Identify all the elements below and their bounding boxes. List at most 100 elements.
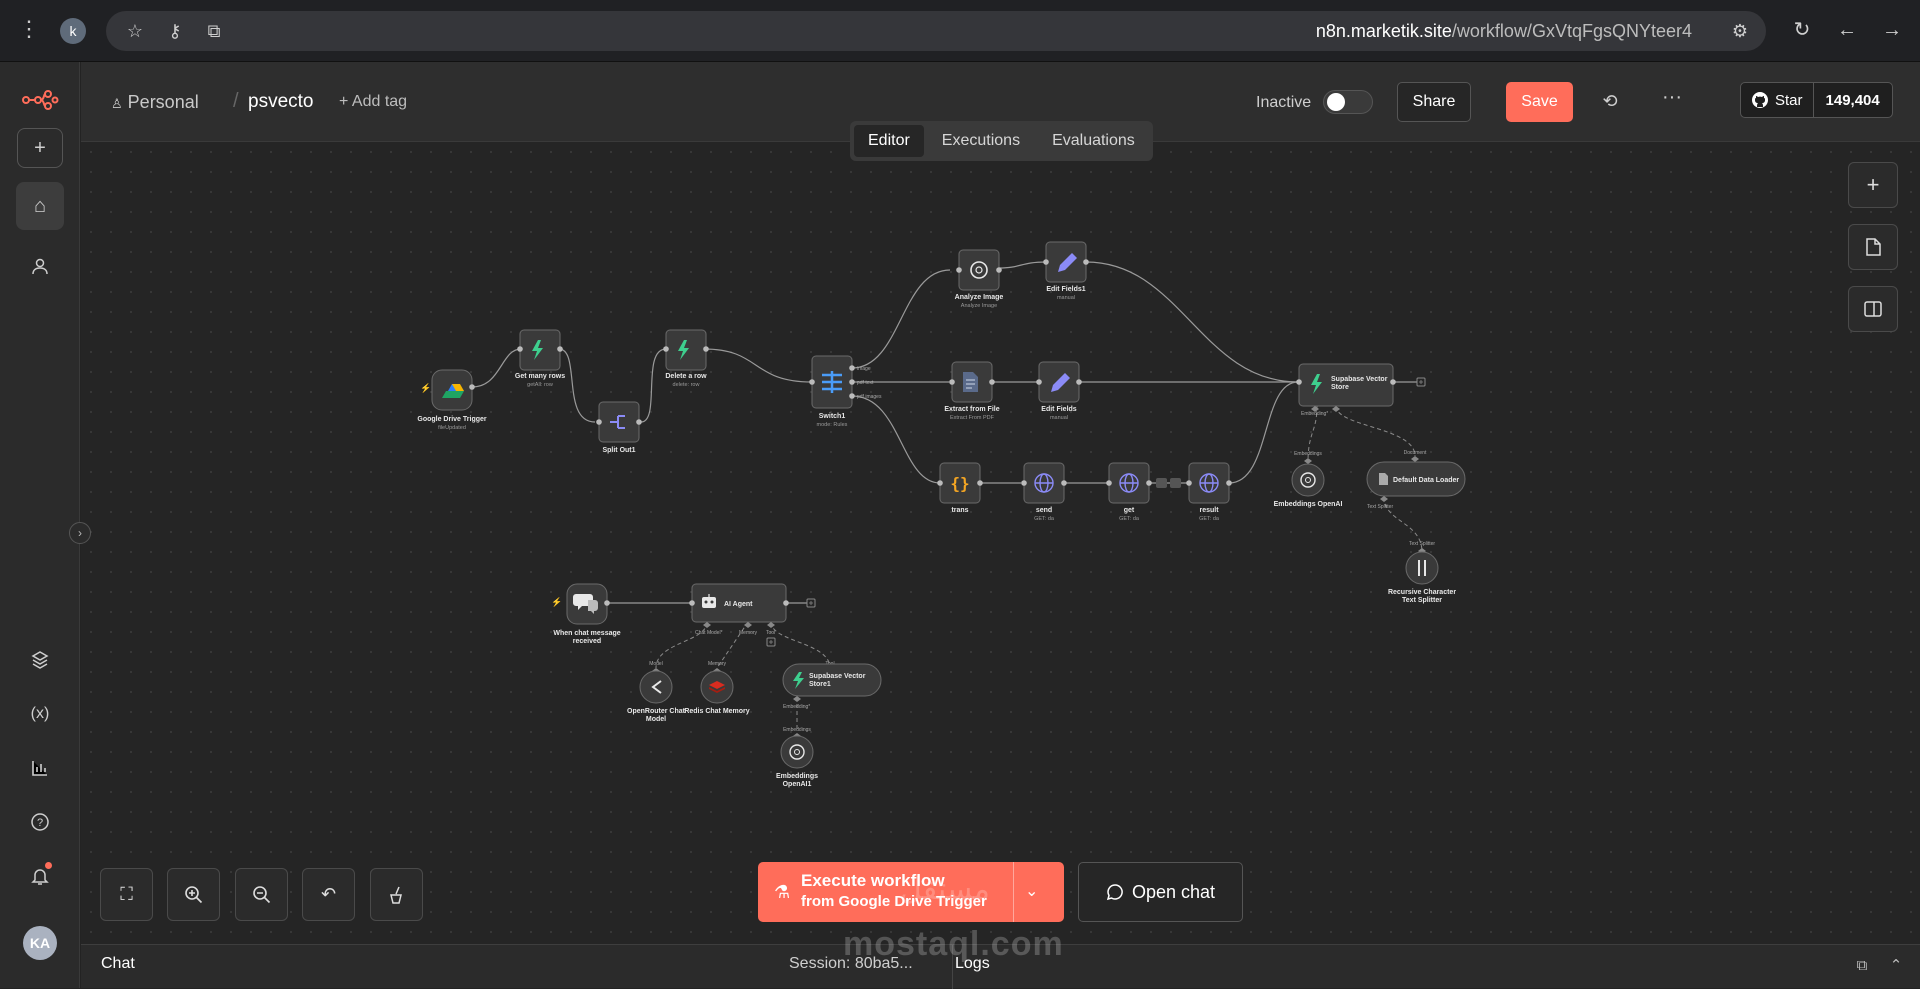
node-openrouter-model[interactable]: Model OpenRouter Chat Model bbox=[627, 661, 686, 723]
node-analyze-image[interactable]: Analyze Image Analyze Image bbox=[955, 249, 1004, 309]
connection-delete-switch bbox=[703, 348, 813, 383]
node-get-many-rows[interactable]: Get many rows getAll: row bbox=[515, 329, 565, 388]
node-extract-from-file[interactable]: Extract from File Extract From PDF bbox=[944, 361, 1000, 421]
node-label: Model bbox=[646, 716, 666, 723]
button-divider bbox=[1013, 862, 1014, 922]
connection-agent-tool bbox=[770, 621, 831, 669]
node-ai-agent[interactable]: AI Agent Chat Model* Memory Tool bbox=[689, 583, 816, 647]
add-node-plus-icon[interactable]: + bbox=[1848, 162, 1898, 208]
trigger-lightning-icon: ⚡ bbox=[420, 382, 431, 394]
reload-icon[interactable]: ↻ bbox=[1789, 18, 1815, 42]
port-label: Embedding* bbox=[783, 704, 810, 710]
chat-panel-title[interactable]: Chat bbox=[101, 955, 135, 973]
notification-dot bbox=[45, 862, 52, 869]
undo-icon[interactable]: ↶ bbox=[302, 868, 355, 921]
password-key-icon[interactable]: ⚷ bbox=[163, 19, 187, 43]
node-switch[interactable]: image pdf text pdf images Switch1 mode: … bbox=[809, 355, 882, 428]
node-embeddings-openai-2[interactable]: Embeddings Embeddings OpenAI1 bbox=[776, 727, 818, 788]
add-tag-button[interactable]: + Add tag bbox=[339, 93, 407, 111]
bookmark-star-icon[interactable]: ☆ bbox=[123, 19, 147, 43]
node-default-data-loader[interactable]: Document Default Data Loader Text Splitt… bbox=[1366, 450, 1466, 510]
tidy-up-broom-icon[interactable] bbox=[370, 868, 423, 921]
site-settings-icon[interactable]: ⚙ bbox=[1728, 19, 1752, 43]
node-sublabel: mode: Rules bbox=[817, 422, 848, 428]
popout-icon[interactable]: ⧉ bbox=[1851, 955, 1873, 977]
templates-icon[interactable] bbox=[16, 636, 64, 684]
address-bar[interactable]: ☆ ⚷ ⧉ n8n.marketik.site/workflow/GxVtqFg… bbox=[106, 11, 1766, 51]
node-edit-fields1[interactable]: Edit Fields1 manual bbox=[1043, 241, 1089, 301]
sticky-note-icon[interactable] bbox=[1848, 224, 1898, 270]
node-result[interactable]: result GET: da bbox=[1186, 462, 1232, 522]
activation-toggle[interactable] bbox=[1323, 90, 1373, 114]
node-label: Google Drive Trigger bbox=[417, 416, 487, 423]
url-text[interactable]: n8n.marketik.site/workflow/GxVtqFgsQNYte… bbox=[1316, 21, 1692, 42]
home-icon[interactable]: ⌂ bbox=[16, 182, 64, 230]
variables-icon[interactable]: (x) bbox=[16, 690, 64, 738]
code-braces-icon: {} bbox=[950, 474, 969, 493]
node-delete-a-row[interactable]: Delete a row delete: row bbox=[663, 329, 709, 388]
node-label: Embeddings OpenAI bbox=[1274, 501, 1343, 508]
n8n-logo-icon[interactable] bbox=[16, 76, 64, 124]
tab-editor[interactable]: Editor bbox=[854, 125, 924, 157]
node-label: Default Data Loader bbox=[1393, 477, 1459, 484]
user-icon[interactable] bbox=[16, 242, 64, 290]
save-button[interactable]: Save bbox=[1506, 82, 1573, 122]
node-sublabel: GET: da bbox=[1119, 516, 1140, 522]
port-label: Chat Model* bbox=[695, 630, 723, 636]
node-split-out[interactable]: Split Out1 bbox=[596, 401, 642, 454]
workflow-graph[interactable]: ⚡ Google Drive Trigger fileUpdated Get m… bbox=[81, 142, 1920, 944]
flask-icon: ⚗ bbox=[774, 882, 791, 902]
node-recursive-text-splitter[interactable]: Text Splitter Recursive Character Text S… bbox=[1388, 541, 1456, 604]
node-label: received bbox=[573, 638, 601, 645]
node-sublabel: manual bbox=[1050, 415, 1068, 421]
avatar[interactable]: KA bbox=[23, 926, 57, 960]
zoom-in-icon[interactable] bbox=[167, 868, 220, 921]
forward-arrow-icon[interactable]: → bbox=[1879, 18, 1905, 42]
browser-menu-icon[interactable]: ⋮ bbox=[18, 18, 40, 40]
port-label: Model bbox=[649, 661, 663, 667]
node-supabase-vector-store[interactable]: Supabase Vector Store Embedding* bbox=[1296, 363, 1426, 417]
fit-view-icon[interactable]: ⛶ bbox=[100, 868, 153, 921]
insights-chart-icon[interactable] bbox=[16, 744, 64, 792]
connection-edit1-supabase bbox=[1085, 261, 1299, 383]
more-options-icon[interactable]: ··· bbox=[1659, 84, 1685, 110]
panel-toggle-icon[interactable] bbox=[1848, 286, 1898, 332]
trigger-lightning-icon: ⚡ bbox=[551, 596, 562, 608]
node-label: Edit Fields bbox=[1041, 406, 1077, 413]
chevron-up-icon[interactable]: ⌃ bbox=[1885, 955, 1907, 977]
open-chat-button[interactable]: Open chat bbox=[1078, 862, 1243, 922]
node-label: Store bbox=[1331, 384, 1349, 391]
node-embeddings-openai[interactable]: Embeddings Embeddings OpenAI bbox=[1274, 451, 1343, 508]
translate-icon[interactable]: ⧉ bbox=[202, 19, 226, 43]
chat-bubble-icon bbox=[1106, 884, 1123, 901]
node-redis-memory[interactable]: Memory Redis Chat Memory bbox=[684, 661, 749, 715]
create-plus-icon[interactable]: + bbox=[17, 128, 63, 168]
zoom-out-icon[interactable] bbox=[235, 868, 288, 921]
node-send[interactable]: send GET: da bbox=[1021, 462, 1067, 522]
workflow-canvas[interactable]: ⚡ Google Drive Trigger fileUpdated Get m… bbox=[81, 142, 1920, 944]
history-icon[interactable]: ⟲ bbox=[1597, 88, 1623, 114]
browser-profile-avatar[interactable]: k bbox=[60, 18, 86, 44]
tab-executions[interactable]: Executions bbox=[928, 125, 1034, 157]
url-host: n8n.marketik.site bbox=[1315, 21, 1452, 41]
share-button[interactable]: Share bbox=[1397, 82, 1471, 122]
sidebar-collapse-chevron-icon[interactable]: › bbox=[69, 522, 91, 544]
workflow-name[interactable]: psvecto bbox=[234, 91, 313, 113]
chevron-down-icon[interactable]: ⌄ bbox=[1025, 881, 1038, 901]
url-path: /workflow/GxVtqFgsQNYteer4 bbox=[1451, 21, 1692, 41]
node-supabase-vector-store1[interactable]: Tool Supabase Vector Store1 Embedding* bbox=[782, 661, 882, 710]
node-trans[interactable]: {} trans bbox=[937, 462, 983, 514]
node-chat-trigger[interactable]: ⚡ When chat message received bbox=[551, 583, 621, 645]
github-star-button[interactable]: Star 149,404 bbox=[1740, 82, 1893, 118]
help-icon[interactable]: ? bbox=[16, 798, 64, 846]
notifications-bell-icon[interactable] bbox=[16, 852, 64, 900]
node-edit-fields[interactable]: Edit Fields manual bbox=[1036, 361, 1082, 421]
node-get[interactable]: get GET: da bbox=[1106, 462, 1152, 522]
port-label: Text Splitter bbox=[1367, 504, 1393, 510]
person-icon: ♙ bbox=[111, 96, 123, 111]
breadcrumb[interactable]: ♙ Personal bbox=[111, 92, 199, 113]
node-google-drive-trigger[interactable]: ⚡ Google Drive Trigger fileUpdated bbox=[417, 369, 487, 431]
tab-evaluations[interactable]: Evaluations bbox=[1038, 125, 1149, 157]
switch-output-label: pdf text bbox=[857, 380, 874, 386]
back-arrow-icon[interactable]: ← bbox=[1834, 18, 1860, 42]
